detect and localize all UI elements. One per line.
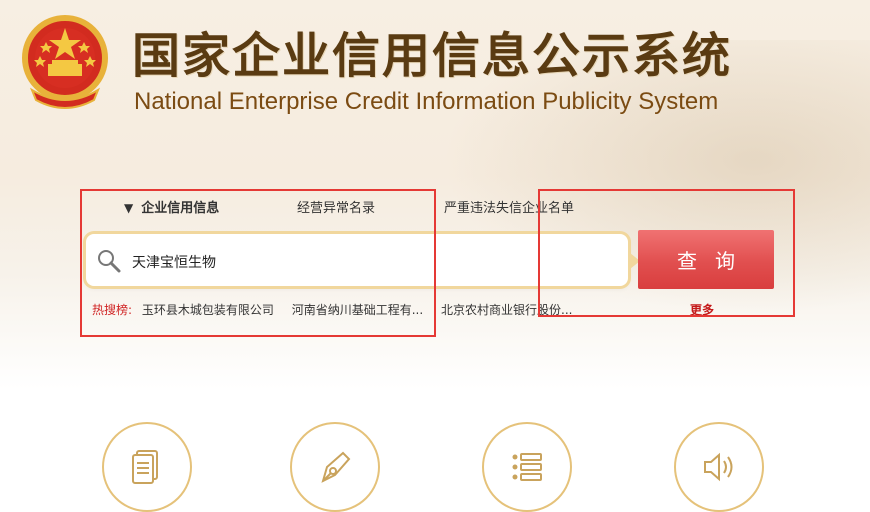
national-emblem-icon [22, 15, 108, 109]
document-icon [132, 450, 158, 484]
page-title-en: National Enterprise Credit Information P… [134, 88, 719, 115]
pen-icon [321, 451, 351, 483]
highlight-box-search-area [80, 189, 436, 337]
feature-list-button[interactable] [482, 422, 572, 512]
feature-document-button[interactable] [102, 422, 192, 512]
highlight-box-button-area [538, 189, 795, 317]
page-title-cn: 国家企业信用信息公示系统 [132, 28, 733, 84]
speaker-icon [704, 452, 733, 482]
feature-speaker-button[interactable] [674, 422, 764, 512]
list-icon [512, 453, 542, 481]
feature-pen-button[interactable] [290, 422, 380, 512]
